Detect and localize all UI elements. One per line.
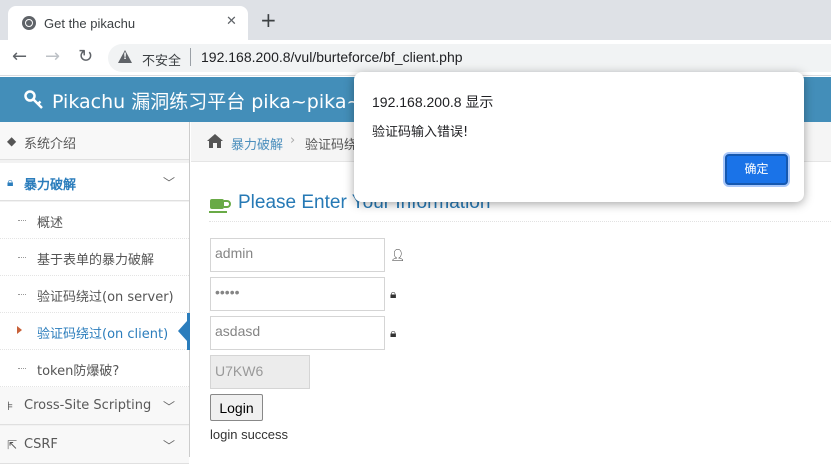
tab-title: Get the pikachu (44, 16, 136, 31)
share-icon: ⇱ (7, 438, 18, 452)
password-field[interactable]: ••••• (210, 277, 385, 311)
home-icon[interactable] (207, 134, 223, 148)
coffee-icon (209, 199, 231, 213)
sidebar-item-label: 系统介绍 (24, 137, 77, 152)
alert-dialog: 192.168.200.8 显示 验证码输入错误! 确定 (354, 72, 804, 202)
globe-icon (22, 16, 36, 30)
sidebar-subitem-vcode-client[interactable]: 验证码绕过(on client) (0, 313, 190, 350)
sidebar-item-xss[interactable]: ⊧ Cross-Site Scripting ﹀ (0, 387, 189, 425)
browser-tab-strip: Get the pikachu ✕ + (0, 0, 831, 40)
sidebar-subitem-label: 基于表单的暴力破解 (37, 253, 155, 268)
user-icon: 👤︎ (390, 248, 406, 262)
address-bar[interactable]: 不安全 192.168.200.8/vul/burteforce/bf_clie… (108, 44, 831, 72)
dialog-ok-button[interactable]: 确定 (725, 154, 788, 185)
lock-icon: 🔒︎ (390, 287, 397, 301)
key-icon (24, 90, 43, 109)
username-field[interactable]: admin (210, 238, 385, 272)
sidebar-item-label: CSRF (24, 437, 58, 452)
sidebar-subitem-vcode-server[interactable]: 验证码绕过(on server) (0, 276, 189, 313)
sidebar-subitem-token[interactable]: token防爆破? (0, 350, 189, 387)
back-icon[interactable]: ← (12, 47, 27, 67)
chevron-down-icon: ﹀ (162, 439, 175, 453)
sidebar-subitem-overview[interactable]: 概述 (0, 202, 189, 239)
warning-icon[interactable] (118, 50, 132, 63)
tree-dash (18, 220, 26, 221)
tree-dash (18, 257, 26, 258)
browser-toolbar: ← → ↻ 不安全 192.168.200.8/vul/burteforce/b… (0, 40, 831, 76)
reload-icon[interactable]: ↻ (78, 47, 93, 67)
dialog-message: 验证码输入错误! (372, 125, 469, 140)
sidebar: ◆ 系统介绍 🔒︎ 暴力破解 ﹀ 概述 基于表单的暴力破解 验证码绕过(on s… (0, 122, 190, 464)
captcha-display[interactable]: U7KW6 (210, 355, 310, 389)
tag-icon: ◆ (7, 134, 17, 148)
sidebar-subitem-form-bruteforce[interactable]: 基于表单的暴力破解 (0, 239, 189, 276)
url-separator (190, 48, 191, 66)
lock-icon: 🔒︎ (390, 326, 397, 340)
browser-tab[interactable]: Get the pikachu ✕ (8, 6, 248, 40)
active-bar (187, 313, 190, 350)
sidebar-subitem-label: token防爆破? (37, 364, 120, 379)
breadcrumb-separator: › (290, 133, 296, 148)
login-button[interactable]: Login (210, 394, 263, 421)
sidebar-item-label: 暴力破解 (24, 178, 77, 193)
vcode-field[interactable]: asdasd (210, 316, 385, 350)
sitemap-icon: ⊧ (7, 399, 14, 413)
sidebar-item-label: Cross-Site Scripting (24, 398, 152, 413)
tree-dash (18, 368, 26, 369)
sidebar-item-bruteforce[interactable]: 🔒︎ 暴力破解 ﹀ (0, 163, 189, 201)
chevron-down-icon: ﹀ (162, 176, 175, 190)
active-indicator (178, 321, 187, 341)
login-result-text: login success (210, 427, 289, 442)
caret-right-icon (17, 326, 22, 334)
dialog-title: 192.168.200.8 显示 (372, 94, 494, 110)
url-text[interactable]: 192.168.200.8/vul/burteforce/bf_client.p… (201, 49, 463, 65)
close-tab-icon[interactable]: ✕ (226, 14, 237, 29)
lock-icon: 🔒︎ (7, 175, 14, 189)
sidebar-subitem-label: 验证码绕过(on server) (37, 290, 174, 305)
sidebar-item-csrf[interactable]: ⇱ CSRF ﹀ (0, 426, 189, 464)
sidebar-subitem-label: 验证码绕过(on client) (37, 327, 169, 342)
brand-title[interactable]: Pikachu 漏洞练习平台 pika~pika~ (52, 87, 362, 114)
new-tab-icon[interactable]: + (260, 10, 277, 30)
tree-dash (18, 294, 26, 295)
breadcrumb-link[interactable]: 暴力破解 (231, 134, 283, 153)
sidebar-subitem-label: 概述 (37, 216, 64, 231)
sidebar-item-intro[interactable]: ◆ 系统介绍 (0, 122, 189, 160)
chevron-down-icon: ﹀ (162, 400, 175, 414)
insecure-label[interactable]: 不安全 (142, 50, 181, 69)
forward-icon[interactable]: → (45, 47, 60, 67)
